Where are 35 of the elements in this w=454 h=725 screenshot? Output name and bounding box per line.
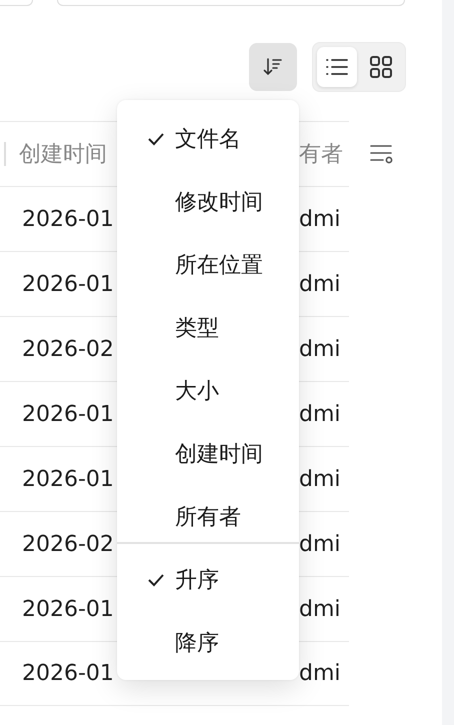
table-cell: 2026-01 bbox=[22, 596, 114, 622]
table-cell: 2026-01 bbox=[22, 206, 114, 232]
table-cell: dmi bbox=[299, 272, 341, 296]
column-header[interactable]: 有者 bbox=[299, 139, 343, 169]
table-cell: dmi bbox=[299, 206, 341, 232]
table-cell: dmi bbox=[299, 336, 341, 362]
table-cell: 2026-01 bbox=[22, 661, 114, 686]
menu-item[interactable]: 所有者 bbox=[117, 485, 299, 548]
table-cell: 2026-01 bbox=[22, 466, 114, 492]
table-cell: dmi bbox=[299, 466, 341, 492]
menu-item[interactable]: 文件名 bbox=[117, 107, 299, 170]
column-header[interactable]: 创建时间 bbox=[19, 139, 107, 169]
sort-button[interactable] bbox=[249, 43, 297, 91]
list-view-button[interactable] bbox=[317, 47, 357, 87]
search-field[interactable] bbox=[57, 0, 405, 6]
table-cell: 2026-01 bbox=[22, 402, 114, 426]
table-cell: dmi bbox=[299, 596, 341, 622]
table-cell: dmi bbox=[299, 661, 341, 686]
table-cell: 2026-01 bbox=[22, 272, 114, 296]
menu-item[interactable]: 大小 bbox=[117, 359, 299, 422]
input-field[interactable] bbox=[0, 0, 33, 6]
table-cell: 2026-02 bbox=[22, 336, 114, 362]
menu-item[interactable]: 升序 bbox=[117, 548, 299, 611]
table-cell: dmi bbox=[299, 402, 341, 426]
column-settings-icon[interactable] bbox=[369, 143, 395, 165]
menu-item[interactable]: 所在位置 bbox=[117, 233, 299, 296]
menu-item[interactable]: 创建时间 bbox=[117, 422, 299, 485]
table-cell: 2026-02 bbox=[22, 532, 114, 556]
menu-item[interactable]: 修改时间 bbox=[117, 170, 299, 233]
table-cell: dmi bbox=[299, 532, 341, 556]
grid-icon bbox=[369, 55, 393, 79]
menu-item[interactable]: 类型 bbox=[117, 296, 299, 359]
menu-item[interactable]: 降序 bbox=[117, 611, 299, 674]
list-icon bbox=[325, 56, 349, 78]
sort-icon bbox=[262, 56, 284, 78]
